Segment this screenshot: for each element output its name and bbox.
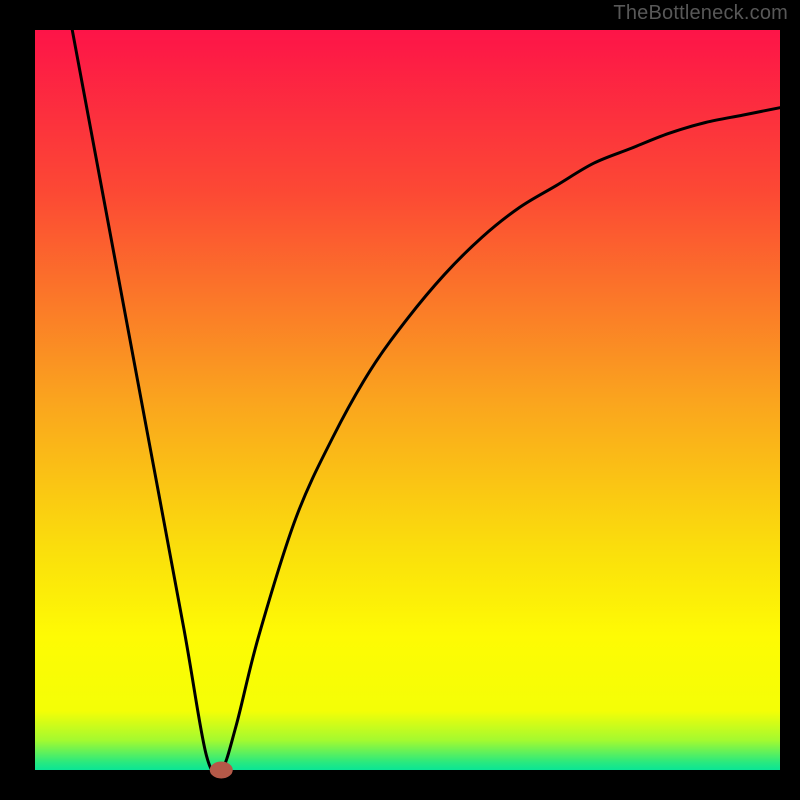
bottleneck-chart xyxy=(0,0,800,800)
plot-background xyxy=(35,30,780,770)
watermark-text: TheBottleneck.com xyxy=(613,2,788,25)
optimal-point-marker xyxy=(210,762,232,778)
chart-frame: TheBottleneck.com xyxy=(0,0,800,800)
